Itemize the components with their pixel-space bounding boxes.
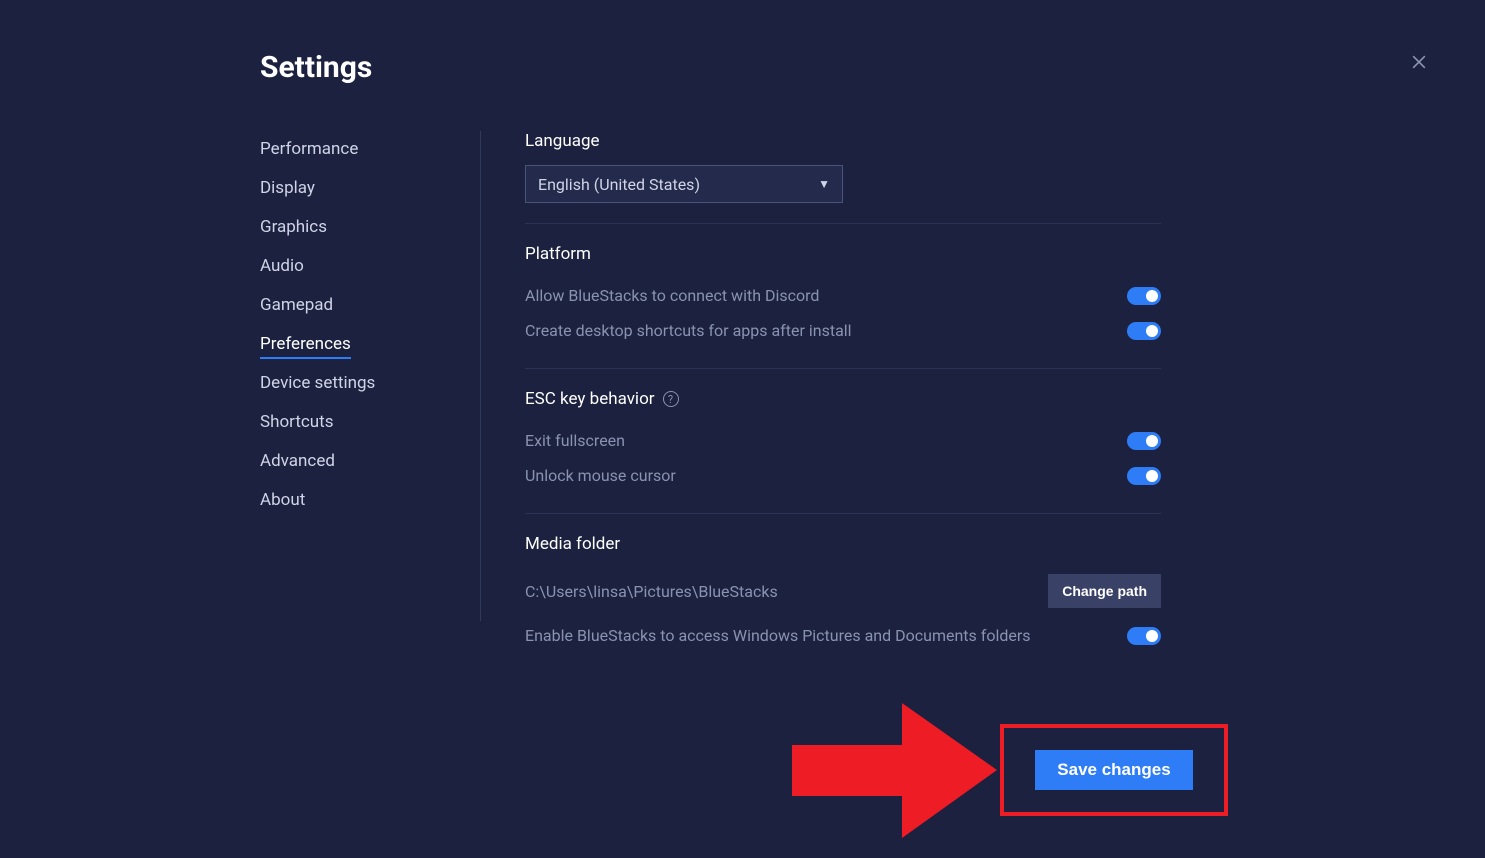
change-path-button[interactable]: Change path bbox=[1048, 574, 1161, 608]
chevron-down-icon: ▼ bbox=[818, 177, 830, 191]
sidebar-item-device-settings[interactable]: Device settings bbox=[260, 365, 470, 404]
language-select-value: English (United States) bbox=[538, 175, 700, 194]
sidebar-item-audio[interactable]: Audio bbox=[260, 248, 470, 287]
media-folder-path: C:\Users\linsa\Pictures\BlueStacks bbox=[525, 582, 778, 601]
desktop-shortcuts-toggle[interactable] bbox=[1127, 322, 1161, 340]
settings-sidebar: Performance Display Graphics Audio Gamep… bbox=[260, 131, 480, 693]
sidebar-item-advanced[interactable]: Advanced bbox=[260, 443, 470, 482]
section-title-platform: Platform bbox=[525, 244, 1161, 264]
sidebar-item-preferences[interactable]: Preferences bbox=[260, 326, 470, 365]
exit-fullscreen-toggle-label: Exit fullscreen bbox=[525, 431, 625, 450]
exit-fullscreen-toggle[interactable] bbox=[1127, 432, 1161, 450]
language-select[interactable]: English (United States) ▼ bbox=[525, 165, 843, 203]
section-esc-key: ESC key behavior ? Exit fullscreen Unloc… bbox=[525, 389, 1161, 514]
sidebar-item-gamepad[interactable]: Gamepad bbox=[260, 287, 470, 326]
discord-toggle-label: Allow BlueStacks to connect with Discord bbox=[525, 286, 819, 305]
sidebar-item-performance[interactable]: Performance bbox=[260, 131, 470, 170]
page-title: Settings bbox=[260, 50, 1225, 85]
section-language: Language English (United States) ▼ bbox=[525, 131, 1161, 224]
desktop-shortcuts-toggle-label: Create desktop shortcuts for apps after … bbox=[525, 321, 852, 340]
sidebar-item-display[interactable]: Display bbox=[260, 170, 470, 209]
unlock-mouse-toggle-label: Unlock mouse cursor bbox=[525, 466, 676, 485]
annotation-highlight-box: Save changes bbox=[1000, 724, 1228, 816]
access-folders-toggle-label: Enable BlueStacks to access Windows Pict… bbox=[525, 626, 1031, 645]
discord-toggle[interactable] bbox=[1127, 287, 1161, 305]
section-platform: Platform Allow BlueStacks to connect wit… bbox=[525, 244, 1161, 369]
section-title-language: Language bbox=[525, 131, 1161, 151]
sidebar-item-graphics[interactable]: Graphics bbox=[260, 209, 470, 248]
help-icon[interactable]: ? bbox=[663, 391, 679, 407]
section-title-esc: ESC key behavior bbox=[525, 389, 655, 409]
section-title-media: Media folder bbox=[525, 534, 1161, 554]
settings-content: Language English (United States) ▼ Platf… bbox=[481, 131, 1161, 693]
sidebar-item-shortcuts[interactable]: Shortcuts bbox=[260, 404, 470, 443]
save-changes-button[interactable]: Save changes bbox=[1035, 750, 1192, 790]
access-folders-toggle[interactable] bbox=[1127, 627, 1161, 645]
unlock-mouse-toggle[interactable] bbox=[1127, 467, 1161, 485]
sidebar-item-about[interactable]: About bbox=[260, 482, 470, 521]
section-media-folder: Media folder C:\Users\linsa\Pictures\Blu… bbox=[525, 534, 1161, 673]
